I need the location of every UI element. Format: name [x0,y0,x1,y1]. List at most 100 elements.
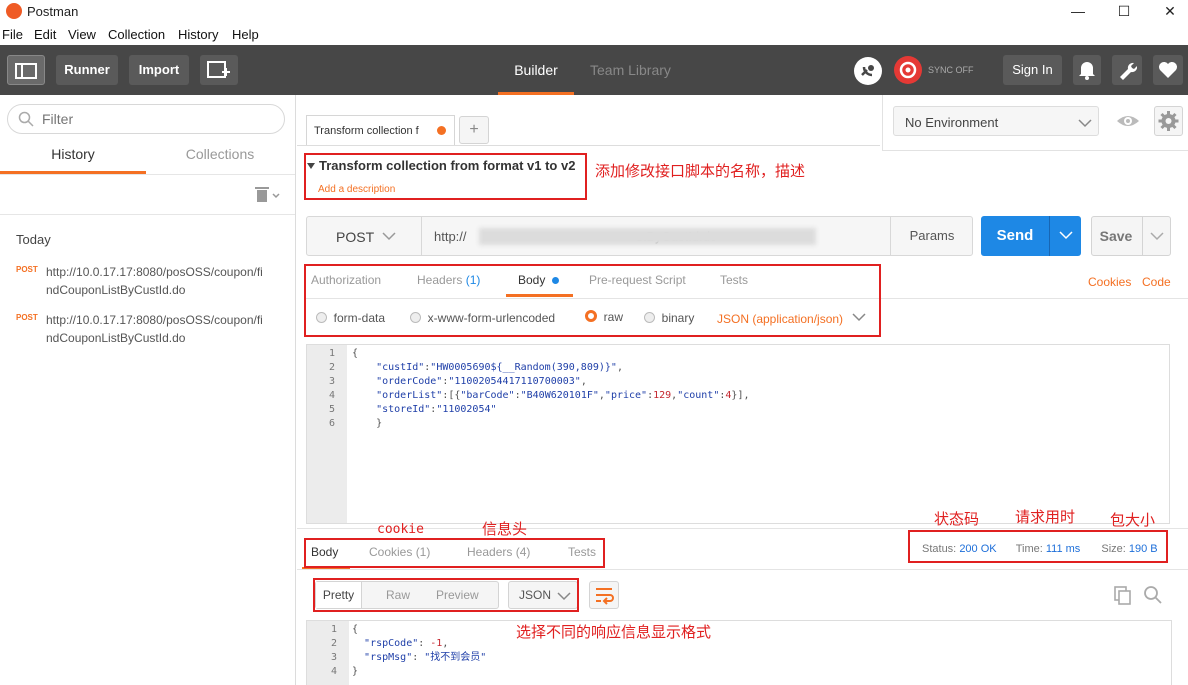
delete-history-button[interactable] [254,185,284,205]
postman-logo-icon [6,3,22,19]
chevron-down-icon [1078,119,1092,128]
unsaved-dot-icon [437,126,446,135]
save-button-group: Save [1091,216,1171,256]
divider [0,214,295,215]
annotation-size: 包大小 [1110,512,1156,529]
divider [882,95,883,150]
code-line: } [352,418,383,429]
code-line: "storeId":"11002054" [376,404,497,415]
history-url: http://10.0.17.17:8080/posOSS/coupon/fin… [46,313,263,345]
copy-icon [1114,586,1131,605]
redacted-url-segment [479,228,816,245]
filter-input[interactable] [42,110,272,128]
method-badge: POST [16,313,38,322]
sync-status: SYNC OFF [928,65,974,75]
line-number: 2 [328,362,335,373]
request-body-editor[interactable]: 1 2 3 4 5 6 { "custId":"HW0005690${__Random(3… [306,344,1170,524]
cookies-link[interactable]: Cookies [1088,275,1131,289]
send-button[interactable]: Send [981,216,1049,256]
annotation-headers: 信息头 [482,521,528,538]
maximize-button[interactable]: ☐ [1102,0,1146,24]
sidebar-toggle-button[interactable] [7,55,45,85]
minimize-button[interactable]: — [1056,0,1100,24]
heart-button[interactable] [1153,55,1183,85]
satellite-icon[interactable] [854,57,882,85]
sync-icon[interactable] [894,56,922,84]
menu-file[interactable]: File [2,27,23,42]
menu-view[interactable]: View [68,27,96,42]
url-bar: POST http:// stByCustId.do Params [306,216,973,256]
sync-glyph [899,61,917,79]
history-item[interactable]: POST http://10.0.17.17:8080/posOSS/coupo… [0,259,295,303]
code-line: { [352,348,359,359]
response-body-code: { "rspCode": -1, "rspMsg": "找不到会员"} [352,623,486,679]
new-window-icon [207,61,230,78]
annotation-format: 选择不同的响应信息显示格式 [516,624,712,641]
history-url: http://10.0.17.17:8080/posOSS/coupon/fin… [46,265,263,297]
code-line: "custId":"HW0005690${__Random(390,809)}"… [376,362,623,373]
history-item[interactable]: POST http://10.0.17.17:8080/posOSS/coupo… [0,307,295,351]
code-line: "rspMsg": "找不到会员" [364,652,487,663]
gear-icon [1158,111,1179,131]
wrap-lines-button[interactable] [589,581,619,609]
notifications-button[interactable] [1073,55,1101,85]
line-number: 1 [328,348,335,359]
line-number: 6 [328,418,335,429]
menu-collection[interactable]: Collection [108,27,165,42]
settings-button[interactable] [1112,55,1142,85]
annotation-time: 请求用时 [1015,509,1076,526]
tab-builder[interactable]: Builder [498,45,574,95]
chevron-down-icon [1150,232,1164,241]
search-response-button[interactable] [1142,584,1164,606]
save-options-button[interactable] [1142,217,1170,255]
request-tab[interactable]: Transform collection f [306,115,455,145]
line-number: 4 [330,666,337,677]
sidebar-layout-icon [15,63,37,79]
menu-history[interactable]: History [178,27,218,42]
environment-quick-look-button[interactable] [1113,106,1143,136]
environment-select[interactable]: No Environment [893,106,1099,136]
annotation-cookie: cookie [377,522,424,537]
copy-response-button[interactable] [1112,584,1134,606]
new-tab-button[interactable] [200,55,238,85]
annotation-status: 状态码 [934,511,980,528]
annotation-box-response-meta [908,530,1168,563]
code-line: "rspCode": -1, [364,638,449,649]
menu-help[interactable]: Help [232,27,259,42]
environment-label: No Environment [905,115,999,130]
line-number: 3 [330,652,337,663]
method-label: POST [336,229,375,245]
divider [297,569,1188,570]
code-link[interactable]: Code [1142,275,1171,289]
tab-collections[interactable]: Collections [146,143,294,174]
runner-button[interactable]: Runner [56,55,118,85]
import-button[interactable]: Import [129,55,189,85]
tab-team-library[interactable]: Team Library [590,45,671,95]
line-number: 5 [328,404,335,415]
trash-icon [255,187,280,202]
request-tab-label: Transform collection f [314,125,419,137]
line-number: 2 [330,638,337,649]
line-gutter: 1 2 3 4 [307,621,349,685]
chevron-down-icon [1059,231,1073,240]
code-line: { [352,624,359,635]
send-options-button[interactable] [1049,216,1081,256]
eye-icon [1117,116,1139,126]
close-button[interactable]: ✕ [1148,0,1188,24]
annotation-box-request-tabs [304,264,881,337]
menu-bar: File Edit View Collection History Help [0,24,1188,45]
tab-history[interactable]: History [0,143,146,174]
save-button[interactable]: Save [1092,217,1140,255]
params-button[interactable]: Params [890,217,973,255]
sidebar: History Collections Today POST http://10… [0,95,296,685]
menu-edit[interactable]: Edit [34,27,56,42]
filter-box [7,104,285,134]
sign-in-button[interactable]: Sign In [1003,55,1062,85]
response-body-viewer[interactable]: 1 2 3 4 { "rspCode": -1, "rspMsg": "找不到会员"} [306,620,1172,685]
manage-environments-button[interactable] [1154,106,1183,136]
divider [297,145,880,146]
method-badge: POST [16,265,38,274]
method-select[interactable]: POST [307,217,422,255]
annotation-box-name [304,153,587,200]
add-tab-button[interactable]: + [459,116,489,144]
